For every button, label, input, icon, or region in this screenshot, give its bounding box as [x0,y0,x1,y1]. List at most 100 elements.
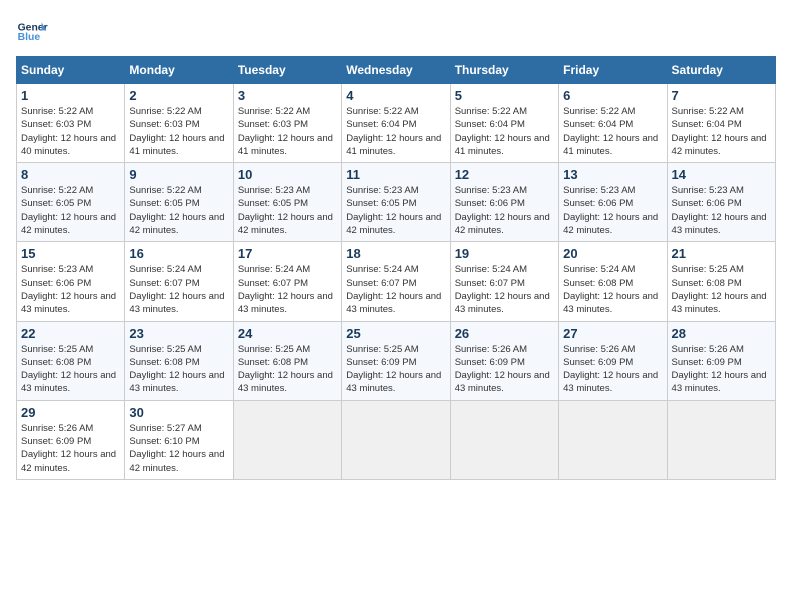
day-number: 20 [563,246,662,261]
calendar-day-1: 1 Sunrise: 5:22 AMSunset: 6:03 PMDaylight… [17,84,125,163]
calendar-day-24: 24Sunrise: 5:25 AMSunset: 6:08 PMDayligh… [233,321,341,400]
day-number: 30 [129,405,228,420]
calendar-day-10: 10 Sunrise: 5:23 AMSunset: 6:05 PMDayligh… [233,163,341,242]
header-monday: Monday [125,57,233,84]
day-number: 10 [238,167,337,182]
day-info: Sunrise: 5:22 AMSunset: 6:04 PMDaylight:… [563,105,662,158]
calendar-day-27: 27 Sunrise: 5:26 AMSunset: 6:09 PMDayligh… [559,321,667,400]
calendar-week-3: 15 Sunrise: 5:23 AMSunset: 6:06 PMDayligh… [17,242,776,321]
day-info: Sunrise: 5:23 AMSunset: 6:06 PMDaylight:… [21,263,120,316]
day-info: Sunrise: 5:24 AMSunset: 6:08 PMDaylight:… [563,263,662,316]
day-info: Sunrise: 5:22 AMSunset: 6:03 PMDaylight:… [21,105,120,158]
day-number: 27 [563,326,662,341]
day-info: Sunrise: 5:25 AMSunset: 6:08 PMDaylight:… [129,343,228,396]
calendar-day-7: 7 Sunrise: 5:22 AMSunset: 6:04 PMDaylight… [667,84,775,163]
empty-cell [450,400,558,479]
day-number: 24 [238,326,337,341]
calendar-day-21: 21 Sunrise: 5:25 AMSunset: 6:08 PMDayligh… [667,242,775,321]
calendar-day-2: 2 Sunrise: 5:22 AMSunset: 6:03 PMDaylight… [125,84,233,163]
day-info: Sunrise: 5:26 AMSunset: 6:09 PMDaylight:… [455,343,554,396]
header-friday: Friday [559,57,667,84]
day-number: 11 [346,167,445,182]
calendar-day-3: 3 Sunrise: 5:22 AMSunset: 6:03 PMDaylight… [233,84,341,163]
day-info: Sunrise: 5:26 AMSunset: 6:09 PMDaylight:… [672,343,771,396]
calendar-day-13: 13Sunrise: 5:23 AMSunset: 6:06 PMDayligh… [559,163,667,242]
calendar-day-22: 22 Sunrise: 5:25 AMSunset: 6:08 PMDayligh… [17,321,125,400]
day-info: Sunrise: 5:26 AMSunset: 6:09 PMDaylight:… [563,343,662,396]
day-number: 21 [672,246,771,261]
calendar-day-8: 8 Sunrise: 5:22 AMSunset: 6:05 PMDaylight… [17,163,125,242]
day-number: 3 [238,88,337,103]
calendar-day-26: 26Sunrise: 5:26 AMSunset: 6:09 PMDayligh… [450,321,558,400]
calendar-day-16: 16 Sunrise: 5:24 AMSunset: 6:07 PMDayligh… [125,242,233,321]
calendar-day-20: 20 Sunrise: 5:24 AMSunset: 6:08 PMDayligh… [559,242,667,321]
calendar-week-5: 29 Sunrise: 5:26 AMSunset: 6:09 PMDayligh… [17,400,776,479]
header-sunday: Sunday [17,57,125,84]
day-info: Sunrise: 5:22 AMSunset: 6:03 PMDaylight:… [238,105,337,158]
day-number: 8 [21,167,120,182]
day-number: 2 [129,88,228,103]
day-number: 25 [346,326,445,341]
day-info: Sunrise: 5:24 AMSunset: 6:07 PMDaylight:… [238,263,337,316]
calendar-day-11: 11 Sunrise: 5:23 AMSunset: 6:05 PMDayligh… [342,163,450,242]
empty-cell [342,400,450,479]
day-number: 5 [455,88,554,103]
day-info: Sunrise: 5:24 AMSunset: 6:07 PMDaylight:… [346,263,445,316]
day-number: 28 [672,326,771,341]
calendar-day-29: 29 Sunrise: 5:26 AMSunset: 6:09 PMDayligh… [17,400,125,479]
calendar-header-row: SundayMondayTuesdayWednesdayThursdayFrid… [17,57,776,84]
day-number: 4 [346,88,445,103]
empty-cell [559,400,667,479]
empty-cell [233,400,341,479]
calendar-day-5: 5 Sunrise: 5:22 AMSunset: 6:04 PMDaylight… [450,84,558,163]
header-tuesday: Tuesday [233,57,341,84]
calendar-day-15: 15 Sunrise: 5:23 AMSunset: 6:06 PMDayligh… [17,242,125,321]
day-number: 16 [129,246,228,261]
day-info: Sunrise: 5:23 AMSunset: 6:06 PMDaylight:… [563,184,662,237]
calendar-table: SundayMondayTuesdayWednesdayThursdayFrid… [16,56,776,480]
day-info: Sunrise: 5:22 AMSunset: 6:05 PMDaylight:… [129,184,228,237]
day-number: 1 [21,88,120,103]
day-number: 15 [21,246,120,261]
calendar-day-14: 14Sunrise: 5:23 AMSunset: 6:06 PMDayligh… [667,163,775,242]
day-info: Sunrise: 5:25 AMSunset: 6:08 PMDaylight:… [672,263,771,316]
day-info: Sunrise: 5:25 AMSunset: 6:08 PMDaylight:… [21,343,120,396]
day-number: 18 [346,246,445,261]
calendar-day-4: 4 Sunrise: 5:22 AMSunset: 6:04 PMDaylight… [342,84,450,163]
day-number: 19 [455,246,554,261]
day-info: Sunrise: 5:23 AMSunset: 6:05 PMDaylight:… [238,184,337,237]
day-info: Sunrise: 5:22 AMSunset: 6:04 PMDaylight:… [346,105,445,158]
calendar-day-19: 19 Sunrise: 5:24 AMSunset: 6:07 PMDayligh… [450,242,558,321]
day-number: 29 [21,405,120,420]
calendar-day-17: 17 Sunrise: 5:24 AMSunset: 6:07 PMDayligh… [233,242,341,321]
calendar-week-1: 1 Sunrise: 5:22 AMSunset: 6:03 PMDaylight… [17,84,776,163]
day-info: Sunrise: 5:23 AMSunset: 6:06 PMDaylight:… [672,184,771,237]
day-info: Sunrise: 5:22 AMSunset: 6:04 PMDaylight:… [455,105,554,158]
day-number: 12 [455,167,554,182]
day-info: Sunrise: 5:23 AMSunset: 6:06 PMDaylight:… [455,184,554,237]
logo: General Blue [16,16,48,48]
day-number: 23 [129,326,228,341]
day-info: Sunrise: 5:22 AMSunset: 6:04 PMDaylight:… [672,105,771,158]
day-number: 17 [238,246,337,261]
empty-cell [667,400,775,479]
calendar-day-25: 25Sunrise: 5:25 AMSunset: 6:09 PMDayligh… [342,321,450,400]
day-info: Sunrise: 5:27 AMSunset: 6:10 PMDaylight:… [129,422,228,475]
day-number: 7 [672,88,771,103]
day-info: Sunrise: 5:22 AMSunset: 6:05 PMDaylight:… [21,184,120,237]
calendar-day-9: 9 Sunrise: 5:22 AMSunset: 6:05 PMDaylight… [125,163,233,242]
calendar-day-23: 23 Sunrise: 5:25 AMSunset: 6:08 PMDayligh… [125,321,233,400]
calendar-day-12: 12 Sunrise: 5:23 AMSunset: 6:06 PMDayligh… [450,163,558,242]
calendar-day-28: 28 Sunrise: 5:26 AMSunset: 6:09 PMDayligh… [667,321,775,400]
day-info: Sunrise: 5:26 AMSunset: 6:09 PMDaylight:… [21,422,120,475]
day-number: 22 [21,326,120,341]
day-number: 9 [129,167,228,182]
day-info: Sunrise: 5:23 AMSunset: 6:05 PMDaylight:… [346,184,445,237]
svg-text:Blue: Blue [18,32,41,43]
day-info: Sunrise: 5:22 AMSunset: 6:03 PMDaylight:… [129,105,228,158]
calendar-week-2: 8 Sunrise: 5:22 AMSunset: 6:05 PMDaylight… [17,163,776,242]
day-info: Sunrise: 5:24 AMSunset: 6:07 PMDaylight:… [129,263,228,316]
day-number: 6 [563,88,662,103]
calendar-day-30: 30 Sunrise: 5:27 AMSunset: 6:10 PMDayligh… [125,400,233,479]
day-info: Sunrise: 5:24 AMSunset: 6:07 PMDaylight:… [455,263,554,316]
